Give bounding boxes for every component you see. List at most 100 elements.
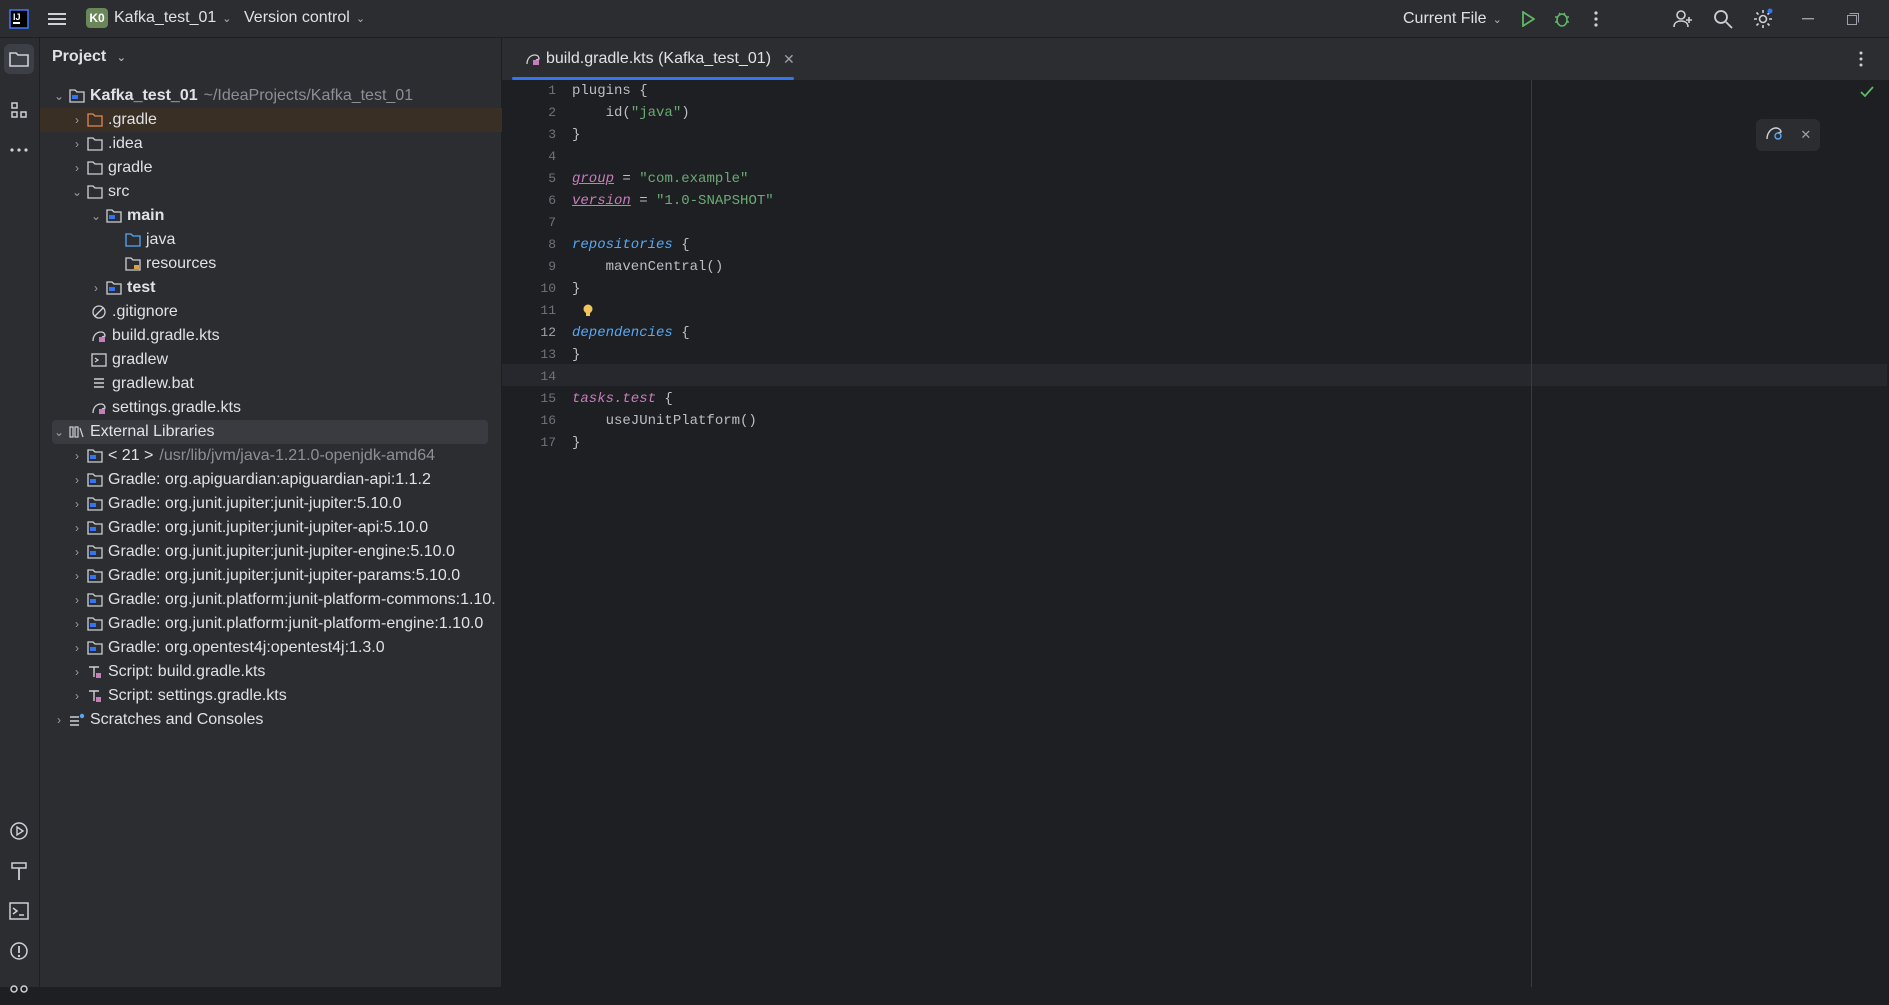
expanded-arrow-icon[interactable]: ⌄ [89,209,103,223]
tree-item-library[interactable]: › Gradle: org.junit.platform:junit-platf… [40,588,531,612]
tree-item-library[interactable]: › Gradle: org.junit.jupiter:junit-jupite… [40,540,531,564]
version-control-icon[interactable] [4,975,34,1005]
code-text: { [672,325,690,341]
tree-item-build-gradle[interactable]: build.gradle.kts [40,324,549,348]
tree-label: .idea [108,135,143,152]
collapsed-arrow-icon[interactable]: › [70,161,84,175]
collapsed-arrow-icon[interactable]: › [52,713,66,727]
search-icon[interactable] [1708,4,1738,34]
terminal-icon[interactable] [4,896,34,926]
code-line: mavenCentral() [572,256,724,278]
tree-label: src [108,183,130,200]
restore-window-icon[interactable] [1838,4,1868,34]
tree-item-scratches[interactable]: › Scratches and Consoles [40,708,513,732]
library-jar-icon [86,616,104,632]
add-user-icon[interactable] [1668,4,1698,34]
settings-gear-icon[interactable] [1748,4,1778,34]
code-line: group = "com.example" [572,168,748,190]
no-problems-check-icon[interactable] [1855,80,1879,104]
expanded-arrow-icon[interactable]: ⌄ [70,185,84,199]
vcs-menu[interactable]: Version control ⌄ [244,9,365,27]
collapsed-arrow-icon[interactable]: › [70,593,84,607]
collapsed-arrow-icon[interactable]: › [89,281,103,295]
tree-label: Gradle: org.junit.jupiter:junit-jupiter:… [108,495,402,512]
collapsed-arrow-icon[interactable]: › [70,497,84,511]
expanded-arrow-icon[interactable]: ⌄ [52,425,66,439]
project-panel-header[interactable]: Project ⌄ [52,48,126,66]
collapsed-arrow-icon[interactable]: › [70,521,84,535]
minimize-icon[interactable] [1793,4,1823,34]
tree-item-test[interactable]: › test [40,276,550,300]
line-number: 8 [548,237,556,252]
tree-item-idea[interactable]: › .idea [40,132,531,156]
function-call: dependencies [572,325,673,341]
expanded-arrow-icon[interactable]: ⌄ [52,89,66,103]
tree-item-library[interactable]: › Gradle: org.junit.jupiter:junit-jupite… [40,516,531,540]
tree-label: gradlew.bat [112,375,194,392]
line-number: 16 [540,413,556,428]
tree-item-project-root[interactable]: ⌄ Kafka_test_01 ~/IdeaProjects/Kafka_tes… [40,84,513,108]
gradle-sync-icon[interactable] [1765,125,1783,146]
tree-item-jdk[interactable]: › < 21 > /usr/lib/jvm/java-1.21.0-openjd… [40,444,531,468]
collapsed-arrow-icon[interactable]: › [70,641,84,655]
tree-item-library[interactable]: › Gradle: org.junit.platform:junit-platf… [40,612,531,636]
intention-bulb-icon[interactable] [582,300,594,322]
tree-label: resources [146,255,217,272]
editor-tab-bar: build.gradle.kts (Kafka_test_01) ✕ [502,38,1889,81]
more-tool-windows-icon[interactable] [4,135,34,165]
collapsed-arrow-icon[interactable]: › [70,665,84,679]
structure-icon[interactable] [4,95,34,125]
editor-area: build.gradle.kts (Kafka_test_01) ✕ 1 2 3… [502,38,1889,987]
tree-label: Kafka_test_01 [90,87,198,104]
run-config-selector[interactable]: Current File ⌄ [1403,10,1502,28]
services-icon[interactable] [4,816,34,846]
project-badge: K0 [86,8,108,28]
tree-item-library[interactable]: › Gradle: org.apiguardian:apiguardian-ap… [40,468,531,492]
tree-item-library[interactable]: › Gradle: org.junit.jupiter:junit-jupite… [40,492,531,516]
tree-item-library[interactable]: › Gradle: org.opentest4j:opentest4j:1.3.… [40,636,531,660]
line-number: 10 [540,281,556,296]
tree-item-external-libraries[interactable]: ⌄ External Libraries [52,420,488,444]
property-name: group [572,171,615,187]
build-hammer-icon[interactable] [4,856,34,886]
tree-item-gitignore[interactable]: .gitignore [40,300,549,324]
line-number: 6 [548,193,556,208]
collapsed-arrow-icon[interactable]: › [70,137,84,151]
tree-item-settings-gradle[interactable]: settings.gradle.kts [40,396,549,420]
collapsed-arrow-icon[interactable]: › [70,449,84,463]
run-icon[interactable] [1513,4,1543,34]
close-tab-icon[interactable]: ✕ [783,51,795,68]
tree-item-main[interactable]: ⌄ main [40,204,550,228]
main-menu-icon[interactable] [42,4,72,34]
tree-item-library[interactable]: › Gradle: org.junit.jupiter:junit-jupite… [40,564,531,588]
tree-item-src[interactable]: ⌄ src [40,180,531,204]
collapsed-arrow-icon[interactable]: › [70,113,84,127]
project-folder-icon[interactable] [4,44,34,74]
code-text: = [614,171,640,187]
problems-icon[interactable] [4,936,34,966]
collapsed-arrow-icon[interactable]: › [70,569,84,583]
collapsed-arrow-icon[interactable]: › [70,545,84,559]
tree-label: .gitignore [112,303,178,320]
tree-item-gradlew-bat[interactable]: gradlew.bat [40,372,549,396]
property-name: tasks.test [572,391,657,407]
tree-item-script[interactable]: › Script: settings.gradle.kts [40,684,531,708]
tree-item-gradlew[interactable]: gradlew [40,348,549,372]
debug-icon[interactable] [1547,4,1577,34]
project-switcher[interactable]: K0 Kafka_test_01 ⌄ [86,8,232,28]
collapsed-arrow-icon[interactable]: › [70,617,84,631]
close-popup-icon[interactable]: ✕ [1800,127,1811,143]
module-folder-icon [105,280,123,296]
tree-item-gradle[interactable]: › gradle [40,156,531,180]
tab-actions-icon[interactable] [1846,44,1876,74]
tree-label: java [146,231,176,248]
collapsed-arrow-icon[interactable]: › [70,473,84,487]
tree-item-gradle-cache[interactable]: › .gradle [40,108,531,132]
project-panel-title: Project [52,48,107,65]
code-text: } [572,435,581,451]
tree-label: Gradle: org.junit.platform:junit-platfor… [108,615,484,632]
editor-tab-build-gradle[interactable]: build.gradle.kts (Kafka_test_01) ✕ [512,38,805,80]
collapsed-arrow-icon[interactable]: › [70,689,84,703]
more-actions-icon[interactable] [1581,4,1611,34]
tree-item-script[interactable]: › Script: build.gradle.kts [40,660,531,684]
